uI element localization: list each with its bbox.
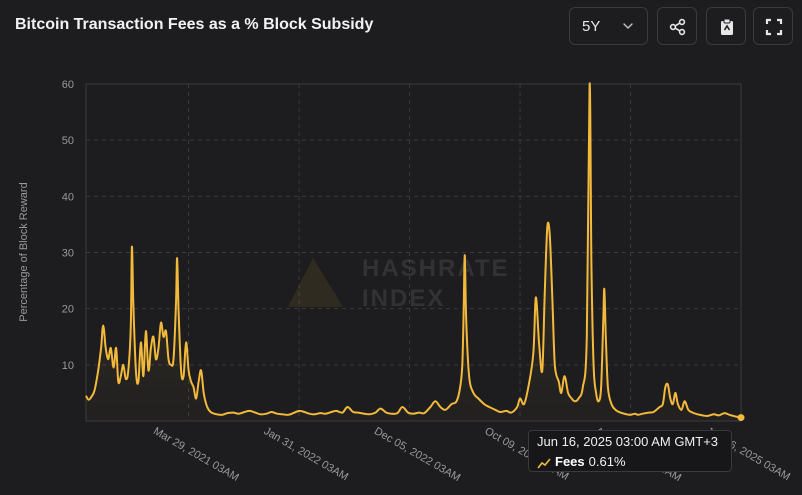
tooltip-row: Fees 0.61% (537, 454, 626, 469)
chart-header: Bitcoin Transaction Fees as a % Block Su… (0, 0, 802, 56)
fullscreen-button[interactable] (753, 7, 793, 45)
y-tick-label: 10 (62, 360, 74, 372)
clipboard-icon (721, 18, 733, 35)
y-axis: 10 20 30 40 50 60 (62, 79, 74, 372)
x-tick-label: Dec 05, 2022 03AM (372, 425, 462, 484)
share-icon (669, 18, 686, 36)
hover-point (737, 414, 745, 422)
watermark-line2: INDEX (362, 285, 445, 312)
chart-tooltip: Jun 16, 2025 03:00 AM GMT+3 Fees 0.61% (528, 430, 732, 472)
chevron-down-icon (623, 23, 633, 29)
series-line-fees (85, 82, 742, 419)
x-tick-label: Mar 29, 2021 03AM (151, 425, 241, 484)
x-tick-label: Jan 31, 2022 03AM (262, 425, 351, 483)
line-series-icon (537, 458, 551, 469)
fullscreen-icon (765, 18, 783, 36)
watermark: HASHRATE INDEX (288, 255, 510, 312)
copy-button[interactable] (706, 7, 746, 45)
y-tick-label: 50 (62, 135, 74, 147)
tooltip-value: 0.61% (588, 454, 626, 469)
y-tick-label: 30 (62, 248, 74, 260)
y-tick-label: 60 (62, 79, 74, 91)
y-tick-label: 20 (62, 304, 74, 316)
y-axis-label: Percentage of Block Reward (18, 182, 30, 321)
tooltip-date: Jun 16, 2025 03:00 AM GMT+3 (537, 434, 719, 449)
share-button[interactable] (657, 7, 697, 45)
watermark-line1: HASHRATE (362, 255, 510, 282)
hashrate-index-logo-icon (288, 258, 343, 307)
time-range-value: 5Y (582, 18, 601, 35)
time-range-select[interactable]: 5Y (569, 7, 648, 45)
y-tick-label: 40 (62, 191, 74, 203)
chart-title: Bitcoin Transaction Fees as a % Block Su… (15, 16, 374, 33)
tooltip-series-name: Fees (555, 454, 585, 469)
